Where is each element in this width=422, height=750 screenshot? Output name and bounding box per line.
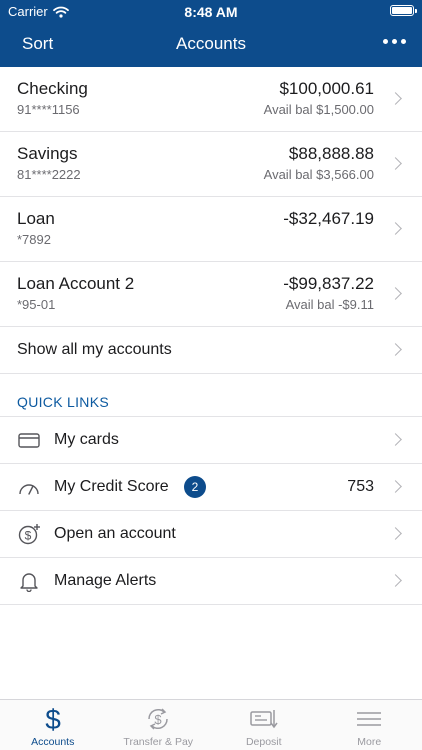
account-balance: -$32,467.19 (283, 209, 374, 228)
quick-link-open-account[interactable]: $ Open an account (0, 511, 422, 558)
account-list: Checking 91****1156 $100,000.61 Avail ba… (0, 67, 422, 374)
tab-more[interactable]: More (317, 700, 422, 750)
svg-text:$: $ (25, 529, 32, 543)
account-name: Checking (17, 79, 88, 98)
chevron-right-icon (389, 157, 402, 170)
show-all-accounts-label: Show all my accounts (17, 341, 172, 358)
quick-link-label: My Credit Score (54, 478, 169, 495)
tab-label: Transfer & Pay (123, 736, 194, 748)
account-name: Loan Account 2 (17, 274, 135, 293)
tab-label: Accounts (31, 736, 75, 748)
quick-link-credit-score[interactable]: My Credit Score 2 753 (0, 464, 422, 511)
dollar-icon: $ (45, 704, 61, 734)
chevron-right-icon (389, 343, 402, 356)
account-row-loan[interactable]: Loan *7892 -$32,467.19 (0, 197, 422, 262)
battery-icon (390, 5, 417, 16)
nav-bar: Sort Accounts (0, 22, 422, 67)
check-deposit-icon (250, 710, 278, 729)
quick-links-heading: QUICK LINKS (17, 394, 109, 410)
credit-score-value: 753 (347, 478, 374, 495)
quick-link-label: Open an account (54, 525, 176, 542)
chevron-right-icon (389, 527, 402, 540)
account-row-loan-account-2[interactable]: Loan Account 2 *95-01 -$99,837.22 Avail … (0, 262, 422, 327)
chevron-right-icon (389, 433, 402, 446)
more-icon[interactable] (383, 39, 406, 44)
account-name: Loan (17, 209, 55, 228)
account-name: Savings (17, 144, 78, 163)
quick-links-list: My cards My Credit Score 2 753 $ Open an… (0, 417, 422, 605)
tab-transfer-pay[interactable]: $ Transfer & Pay (106, 700, 212, 750)
notification-badge: 2 (184, 476, 206, 498)
tab-bar: $ Accounts $ Transfer & Pay Deposit More (0, 699, 422, 750)
chevron-right-icon (389, 92, 402, 105)
quick-link-manage-alerts[interactable]: Manage Alerts (0, 558, 422, 605)
tab-deposit[interactable]: Deposit (211, 700, 317, 750)
chevron-right-icon (389, 480, 402, 493)
chevron-right-icon (389, 287, 402, 300)
menu-icon (357, 712, 382, 726)
account-number: *7892 (17, 232, 51, 247)
svg-text:$: $ (45, 704, 61, 734)
available-balance: Avail bal $1,500.00 (263, 102, 374, 117)
account-number: 81****2222 (17, 167, 81, 182)
quick-link-label: Manage Alerts (54, 572, 157, 589)
tab-label: Deposit (245, 736, 282, 748)
quick-link-label: My cards (54, 431, 119, 448)
chevron-right-icon (389, 222, 402, 235)
credit-card-icon (18, 433, 40, 448)
transfer-dollar-icon: $ (148, 708, 169, 730)
account-number: *95-01 (17, 297, 56, 312)
status-bar: Carrier 8:48 AM (0, 0, 422, 22)
bell-icon (20, 573, 38, 592)
chevron-right-icon (389, 574, 402, 587)
show-all-accounts-row[interactable]: Show all my accounts (0, 327, 422, 374)
gauge-icon (19, 484, 39, 495)
accounts-screen: Carrier 8:48 AM Sort Accounts Checking 9… (0, 0, 422, 750)
clock: 8:48 AM (184, 4, 238, 20)
header: Carrier 8:48 AM Sort Accounts (0, 0, 422, 67)
available-balance: Avail bal $3,566.00 (263, 167, 374, 182)
page-title: Accounts (176, 34, 246, 53)
account-balance: -$99,837.22 (283, 274, 374, 293)
account-balance: $100,000.61 (279, 79, 374, 98)
svg-text:$: $ (155, 712, 163, 727)
available-balance: Avail bal -$9.11 (285, 297, 374, 312)
account-balance: $88,888.88 (288, 144, 374, 163)
tab-accounts[interactable]: $ Accounts (0, 700, 106, 750)
account-number: 91****1156 (17, 102, 80, 117)
account-row-checking[interactable]: Checking 91****1156 $100,000.61 Avail ba… (0, 67, 422, 132)
account-row-savings[interactable]: Savings 81****2222 $88,888.88 Avail bal … (0, 132, 422, 197)
quick-link-my-cards[interactable]: My cards (0, 417, 422, 464)
tab-label: More (357, 736, 382, 748)
dollar-plus-icon: $ (18, 524, 40, 545)
